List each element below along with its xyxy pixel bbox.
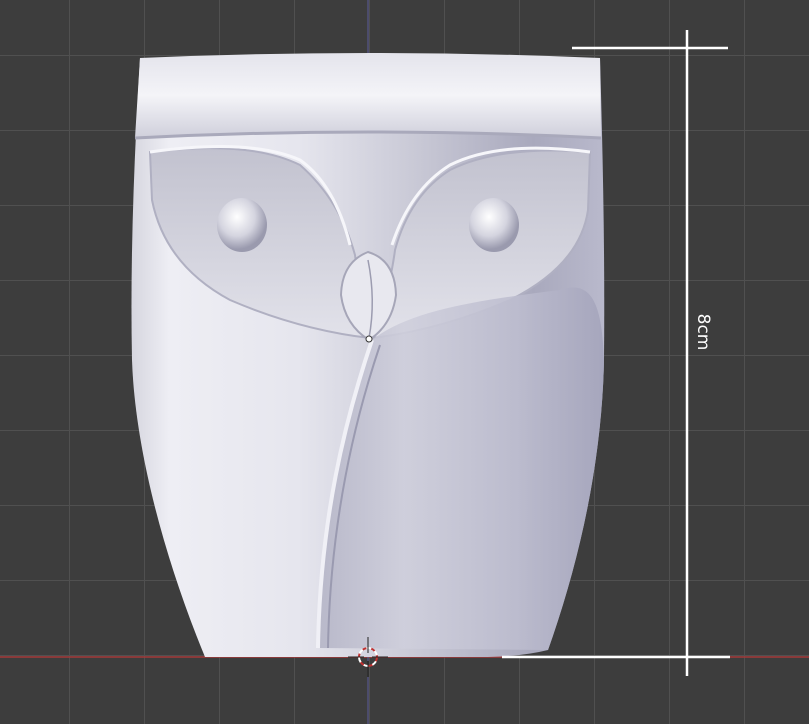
object-origin[interactable] bbox=[365, 335, 373, 343]
owl-cup-model[interactable] bbox=[131, 53, 605, 657]
left-eye bbox=[217, 198, 267, 252]
3d-viewport[interactable]: 8cm bbox=[0, 0, 809, 724]
viewport-scene bbox=[0, 0, 809, 724]
cup-rim bbox=[135, 53, 601, 138]
dimension-label: 8cm bbox=[693, 313, 713, 351]
right-eye bbox=[469, 198, 519, 252]
